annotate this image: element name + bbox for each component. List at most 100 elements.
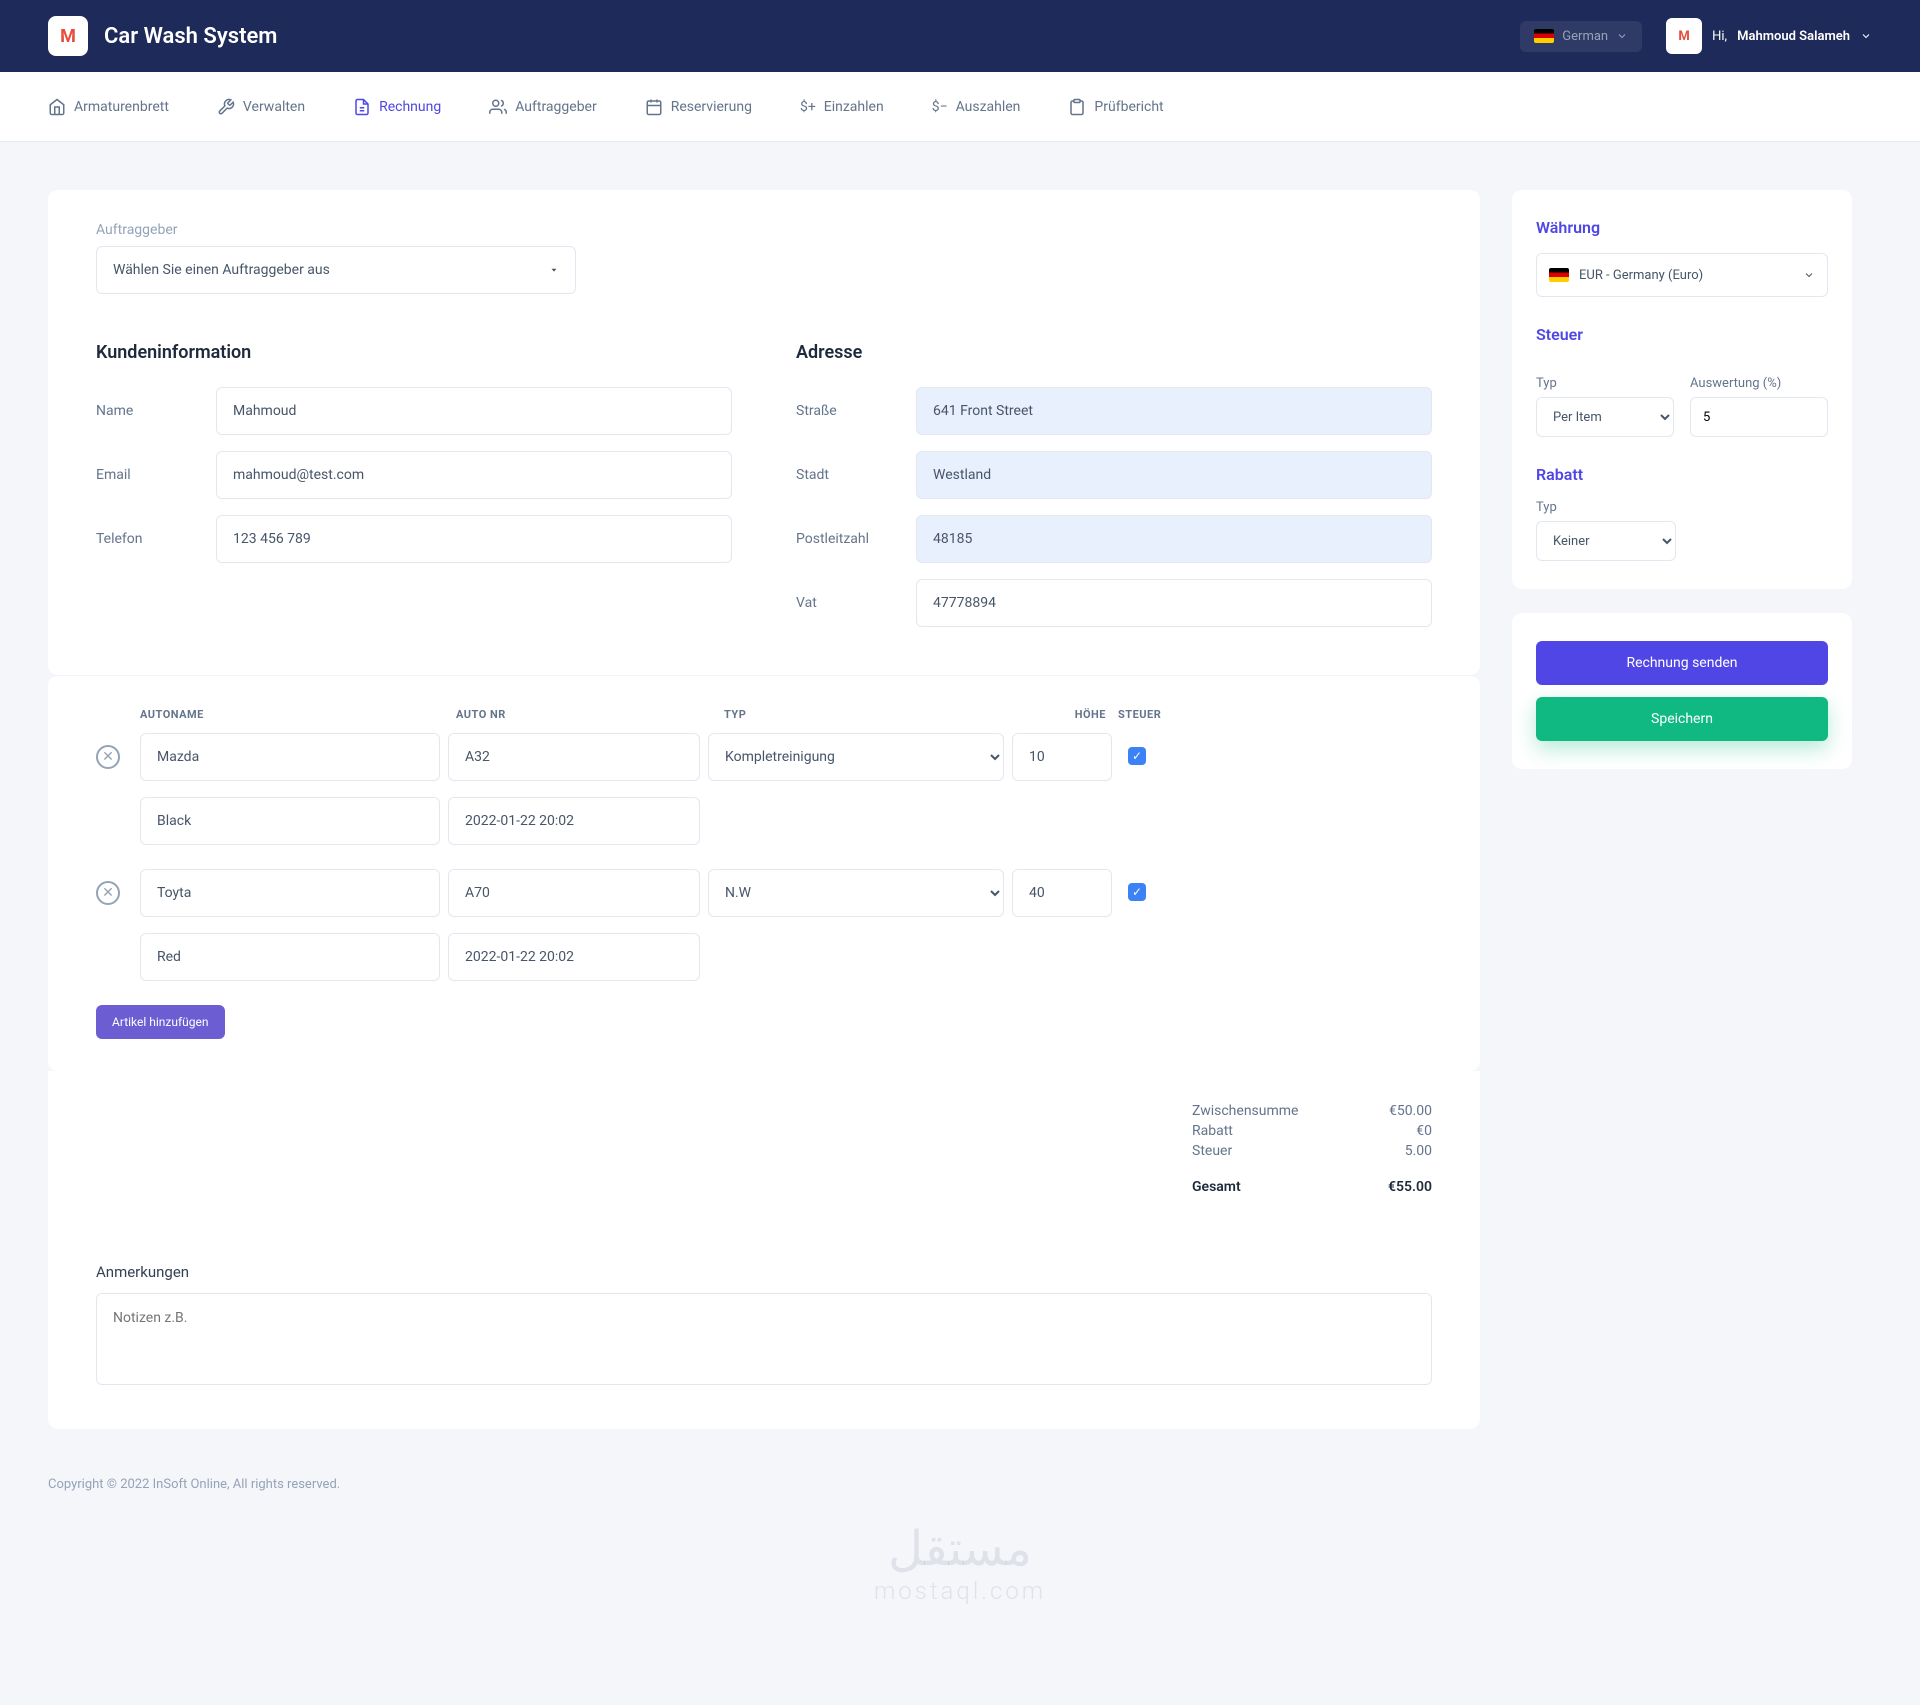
notes-title: Anmerkungen	[96, 1263, 1432, 1281]
vat-label: Vat	[796, 595, 916, 611]
item-date-input[interactable]	[448, 933, 700, 981]
send-invoice-button[interactable]: Rechnung senden	[1536, 641, 1828, 685]
item-color-input[interactable]	[140, 933, 440, 981]
remove-item-button[interactable]: ✕	[96, 881, 120, 905]
item-amount-input[interactable]	[1012, 733, 1112, 781]
nav-label: Auftraggeber	[515, 99, 596, 115]
subtotal-label: Zwischensumme	[1192, 1103, 1298, 1119]
nav-label: Rechnung	[379, 99, 441, 115]
grand-value: €55.00	[1388, 1179, 1432, 1195]
tax-type-label: Typ	[1536, 376, 1674, 391]
email-input[interactable]	[216, 451, 732, 499]
calendar-icon	[645, 98, 663, 116]
item-date-input[interactable]	[448, 797, 700, 845]
tax-type-select[interactable]: Per Item	[1536, 397, 1674, 437]
item-type-select[interactable]: N.W	[708, 869, 1004, 917]
tax-eval-input[interactable]	[1690, 397, 1828, 437]
item-nr-input[interactable]	[448, 869, 700, 917]
nav-label: Armaturenbrett	[74, 99, 169, 115]
nav-dashboard[interactable]: Armaturenbrett	[48, 98, 169, 116]
remove-item-button[interactable]: ✕	[96, 745, 120, 769]
item-color-input[interactable]	[140, 797, 440, 845]
totals-section: Zwischensumme€50.00 Rabatt€0 Steuer5.00 …	[48, 1071, 1480, 1231]
item-nr-input[interactable]	[448, 733, 700, 781]
add-item-button[interactable]: Artikel hinzufügen	[96, 1005, 225, 1039]
line-item-row: ✕ Kompletreinigung ✓	[96, 733, 1432, 845]
currency-value: EUR - Germany (Euro)	[1579, 268, 1793, 283]
client-select[interactable]: Wählen Sie einen Auftraggeber aus	[96, 246, 576, 294]
chevron-down-icon	[1860, 30, 1872, 42]
tax-value: 5.00	[1405, 1143, 1432, 1159]
discount-label: Rabatt	[1192, 1123, 1233, 1139]
clipboard-icon	[1068, 98, 1086, 116]
nav-invoice[interactable]: Rechnung	[353, 98, 441, 116]
header-autonr: AUTO NR	[456, 708, 724, 721]
header-autoname: AUTONAME	[140, 708, 456, 721]
customer-info-section: Kundeninformation Name Email Telefon	[96, 342, 732, 643]
postal-input[interactable]	[916, 515, 1432, 563]
notes-card: Anmerkungen	[48, 1231, 1480, 1429]
postal-label: Postleitzahl	[796, 531, 916, 547]
notes-textarea[interactable]	[96, 1293, 1432, 1385]
flag-de-icon	[1534, 29, 1554, 43]
user-menu[interactable]: M Hi, Mahmoud Salameh	[1666, 18, 1872, 54]
watermark: مستقل mostaql.com	[874, 1520, 1046, 1605]
home-icon	[48, 98, 66, 116]
name-label: Name	[96, 403, 216, 419]
address-title: Adresse	[796, 342, 1432, 363]
header: M Car Wash System German M Hi, Mahmoud S…	[0, 0, 1920, 72]
line-item-row: ✕ N.W ✓	[96, 869, 1432, 981]
line-items-card: AUTONAME AUTO NR TYP HÖHE STEUER ✕ Kompl…	[48, 675, 1480, 1071]
nav-report[interactable]: Prüfbericht	[1068, 98, 1163, 116]
avatar: M	[1666, 18, 1702, 54]
logo: M	[48, 16, 88, 56]
items-header: AUTONAME AUTO NR TYP HÖHE STEUER	[96, 708, 1432, 721]
nav-withdraw[interactable]: $− Auszahlen	[932, 99, 1021, 115]
item-type-select[interactable]: Kompletreinigung	[708, 733, 1004, 781]
chevron-down-icon	[1803, 269, 1815, 281]
nav-reservation[interactable]: Reservierung	[645, 98, 752, 116]
nav-label: Einzahlen	[824, 99, 884, 115]
language-label: German	[1562, 29, 1608, 44]
discount-title: Rabatt	[1536, 465, 1828, 484]
subtotal-value: €50.00	[1389, 1103, 1432, 1119]
discount-type-select[interactable]: Keiner	[1536, 521, 1676, 561]
header-steuer: STEUER	[1118, 708, 1168, 721]
item-tax-checkbox[interactable]: ✓	[1128, 883, 1146, 901]
nav-manage[interactable]: Verwalten	[217, 98, 305, 116]
header-hohe: HÖHE	[1034, 708, 1106, 721]
tax-title: Steuer	[1536, 325, 1828, 344]
tax-eval-label: Auswertung (%)	[1690, 376, 1828, 391]
currency-select[interactable]: EUR - Germany (Euro)	[1536, 253, 1828, 297]
client-select-value: Wählen Sie einen Auftraggeber aus	[113, 262, 330, 278]
save-button[interactable]: Speichern	[1536, 697, 1828, 741]
phone-input[interactable]	[216, 515, 732, 563]
item-amount-input[interactable]	[1012, 869, 1112, 917]
client-label: Auftraggeber	[96, 222, 1432, 238]
user-name: Mahmoud Salameh	[1737, 29, 1850, 44]
file-icon	[353, 98, 371, 116]
city-input[interactable]	[916, 451, 1432, 499]
invoice-form-card: Auftraggeber Wählen Sie einen Auftraggeb…	[48, 190, 1480, 675]
app-title: Car Wash System	[104, 24, 1520, 49]
actions-card: Rechnung senden Speichern	[1512, 613, 1852, 769]
item-name-input[interactable]	[140, 733, 440, 781]
wrench-icon	[217, 98, 235, 116]
settings-card: Währung EUR - Germany (Euro) Steuer Typ …	[1512, 190, 1852, 589]
customer-info-title: Kundeninformation	[96, 342, 732, 363]
tax-label: Steuer	[1192, 1143, 1232, 1159]
street-input[interactable]	[916, 387, 1432, 435]
name-input[interactable]	[216, 387, 732, 435]
language-selector[interactable]: German	[1520, 21, 1642, 52]
email-label: Email	[96, 467, 216, 483]
item-tax-checkbox[interactable]: ✓	[1128, 747, 1146, 765]
header-typ: TYP	[724, 708, 1034, 721]
dollar-plus-icon: $+	[800, 99, 816, 115]
vat-input[interactable]	[916, 579, 1432, 627]
flag-de-icon	[1549, 268, 1569, 282]
nav-deposit[interactable]: $+ Einzahlen	[800, 99, 884, 115]
item-name-input[interactable]	[140, 869, 440, 917]
footer: Copyright © 2022 InSoft Online, All righ…	[0, 1453, 1920, 1532]
street-label: Straße	[796, 403, 916, 419]
nav-client[interactable]: Auftraggeber	[489, 98, 596, 116]
